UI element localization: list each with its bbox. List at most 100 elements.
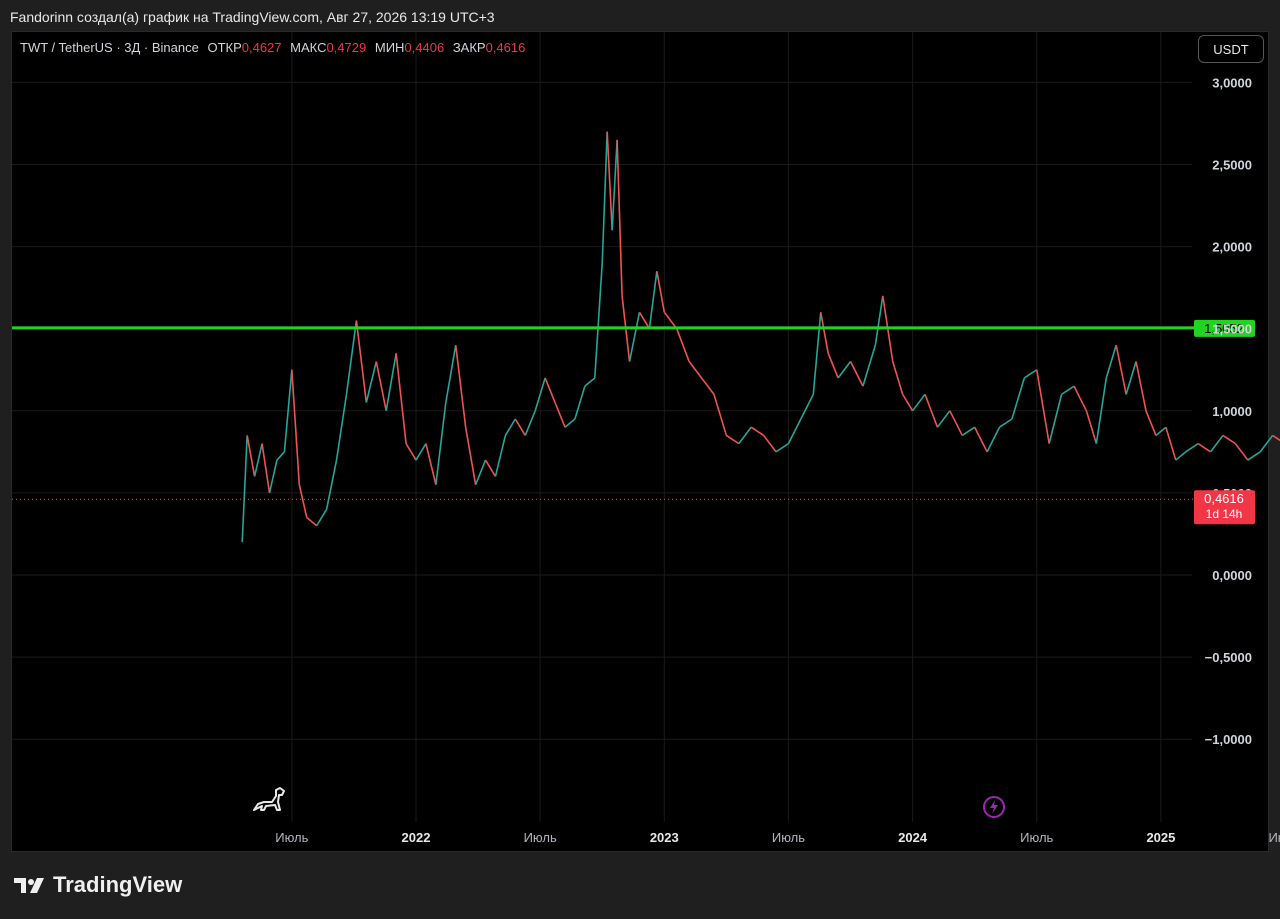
price-segment <box>973 426 988 453</box>
price-segment <box>544 377 556 403</box>
y-tick-label: 2,0000 <box>1212 240 1252 255</box>
price-segment <box>484 459 497 477</box>
x-tick-label: 2025 <box>1146 830 1175 845</box>
dino-icon[interactable] <box>253 787 285 811</box>
price-segment <box>812 312 822 395</box>
price-segment <box>1061 385 1075 396</box>
price-segment <box>762 434 777 453</box>
y-tick-label: 1,5000 <box>1212 322 1252 337</box>
price-segment <box>445 344 457 403</box>
price-segment <box>1048 394 1063 444</box>
price-segment <box>725 434 740 445</box>
price-segment <box>961 426 976 437</box>
y-tick-label: 0,0000 <box>1212 568 1252 583</box>
x-axis: Июль2022Июль2023Июль2024Июль2025Июль2026… <box>275 830 1280 845</box>
price-segment <box>454 345 467 428</box>
low-value: 0,4406 <box>404 40 445 55</box>
price-segment <box>1145 410 1157 436</box>
price-segment <box>1175 451 1187 461</box>
price-segment <box>395 353 407 444</box>
price-segment <box>474 459 487 485</box>
price-segment <box>504 418 517 436</box>
price-segment <box>593 262 604 379</box>
price-segment <box>1023 369 1038 379</box>
price-segment <box>1115 344 1127 395</box>
chart-grid <box>12 32 1192 822</box>
last-price-label: 0,4616 <box>1204 491 1244 506</box>
price-segment <box>276 451 285 461</box>
price-segment <box>616 139 623 296</box>
price-segment <box>819 312 829 354</box>
countdown-label: 1d 14h <box>1206 507 1243 521</box>
price-segment <box>688 361 703 379</box>
y-tick-label: 3,0000 <box>1212 75 1252 90</box>
x-tick-label: 2022 <box>402 830 431 845</box>
price-segment <box>800 394 814 420</box>
price-segment <box>564 418 576 428</box>
price-segment <box>874 295 884 346</box>
price-segment <box>862 344 877 387</box>
currency-button[interactable]: USDT <box>1198 35 1264 63</box>
price-segment <box>949 410 963 436</box>
price-segment <box>891 361 904 395</box>
price-segment <box>638 311 651 330</box>
price-segment <box>999 418 1013 428</box>
price-segment <box>628 312 641 362</box>
price-segment <box>385 353 397 411</box>
price-segment <box>1222 434 1236 445</box>
price-segment <box>911 393 926 412</box>
price-segment <box>700 377 715 395</box>
tradingview-logo[interactable]: TradingView <box>12 872 182 898</box>
price-segment <box>1272 434 1280 442</box>
x-tick-label: Июль <box>772 830 805 845</box>
price-segment <box>787 418 802 445</box>
y-tick-label: 2,5000 <box>1212 158 1252 173</box>
price-segment <box>241 435 248 543</box>
price-segment <box>936 410 951 428</box>
price-segment <box>1247 451 1261 461</box>
price-segment <box>1125 361 1137 395</box>
high-value: 0,4729 <box>326 40 367 55</box>
price-segment <box>1197 442 1212 453</box>
resistance-level: 1,5052 <box>12 319 1255 337</box>
price-segment <box>675 328 690 362</box>
price-segment <box>514 418 526 436</box>
price-segment <box>1234 443 1249 461</box>
price-segment <box>656 271 666 313</box>
y-tick-label: 1,0000 <box>1212 404 1252 419</box>
x-tick-label: Июль <box>275 830 308 845</box>
open-value: 0,4627 <box>241 40 282 55</box>
x-tick-label: 2023 <box>650 830 679 845</box>
price-segment <box>1209 434 1224 453</box>
price-segment <box>524 410 536 436</box>
lightning-icon[interactable] <box>983 796 1005 818</box>
y-axis: 3,00002,50002,00001,50001,00000,50000,00… <box>1194 75 1255 747</box>
price-segment <box>827 353 839 379</box>
y-tick-label: −0,5000 <box>1205 650 1252 665</box>
price-segment <box>1259 434 1274 453</box>
price-segment <box>375 361 387 411</box>
y-tick-label: −1,0000 <box>1205 732 1252 747</box>
price-segment <box>306 516 318 527</box>
price-segment <box>1073 385 1088 412</box>
price-segment <box>425 443 437 485</box>
price-segment <box>606 131 613 231</box>
price-segment <box>584 377 596 387</box>
price-segment <box>1135 361 1147 411</box>
x-tick-label: Июль <box>1268 830 1280 845</box>
price-segment <box>298 484 308 518</box>
price-segment <box>1105 344 1117 379</box>
price-chart[interactable]: 1,5052 1,0384 (225,82%) 10 384 3,00002,5… <box>0 0 1280 919</box>
high-label: МАКС <box>290 40 327 55</box>
price-segment <box>261 443 271 494</box>
price-segment <box>663 311 678 330</box>
price-series <box>12 131 1280 543</box>
price-segment <box>315 508 328 527</box>
price-segment <box>494 435 507 477</box>
tradingview-logo-icon <box>14 878 44 893</box>
symbol-name[interactable]: TWT / TetherUS · 3Д · Binance <box>20 40 199 55</box>
price-segment <box>837 361 852 379</box>
x-tick-label: Июль <box>1020 830 1053 845</box>
price-segment <box>415 443 427 461</box>
price-segment <box>986 426 1001 453</box>
